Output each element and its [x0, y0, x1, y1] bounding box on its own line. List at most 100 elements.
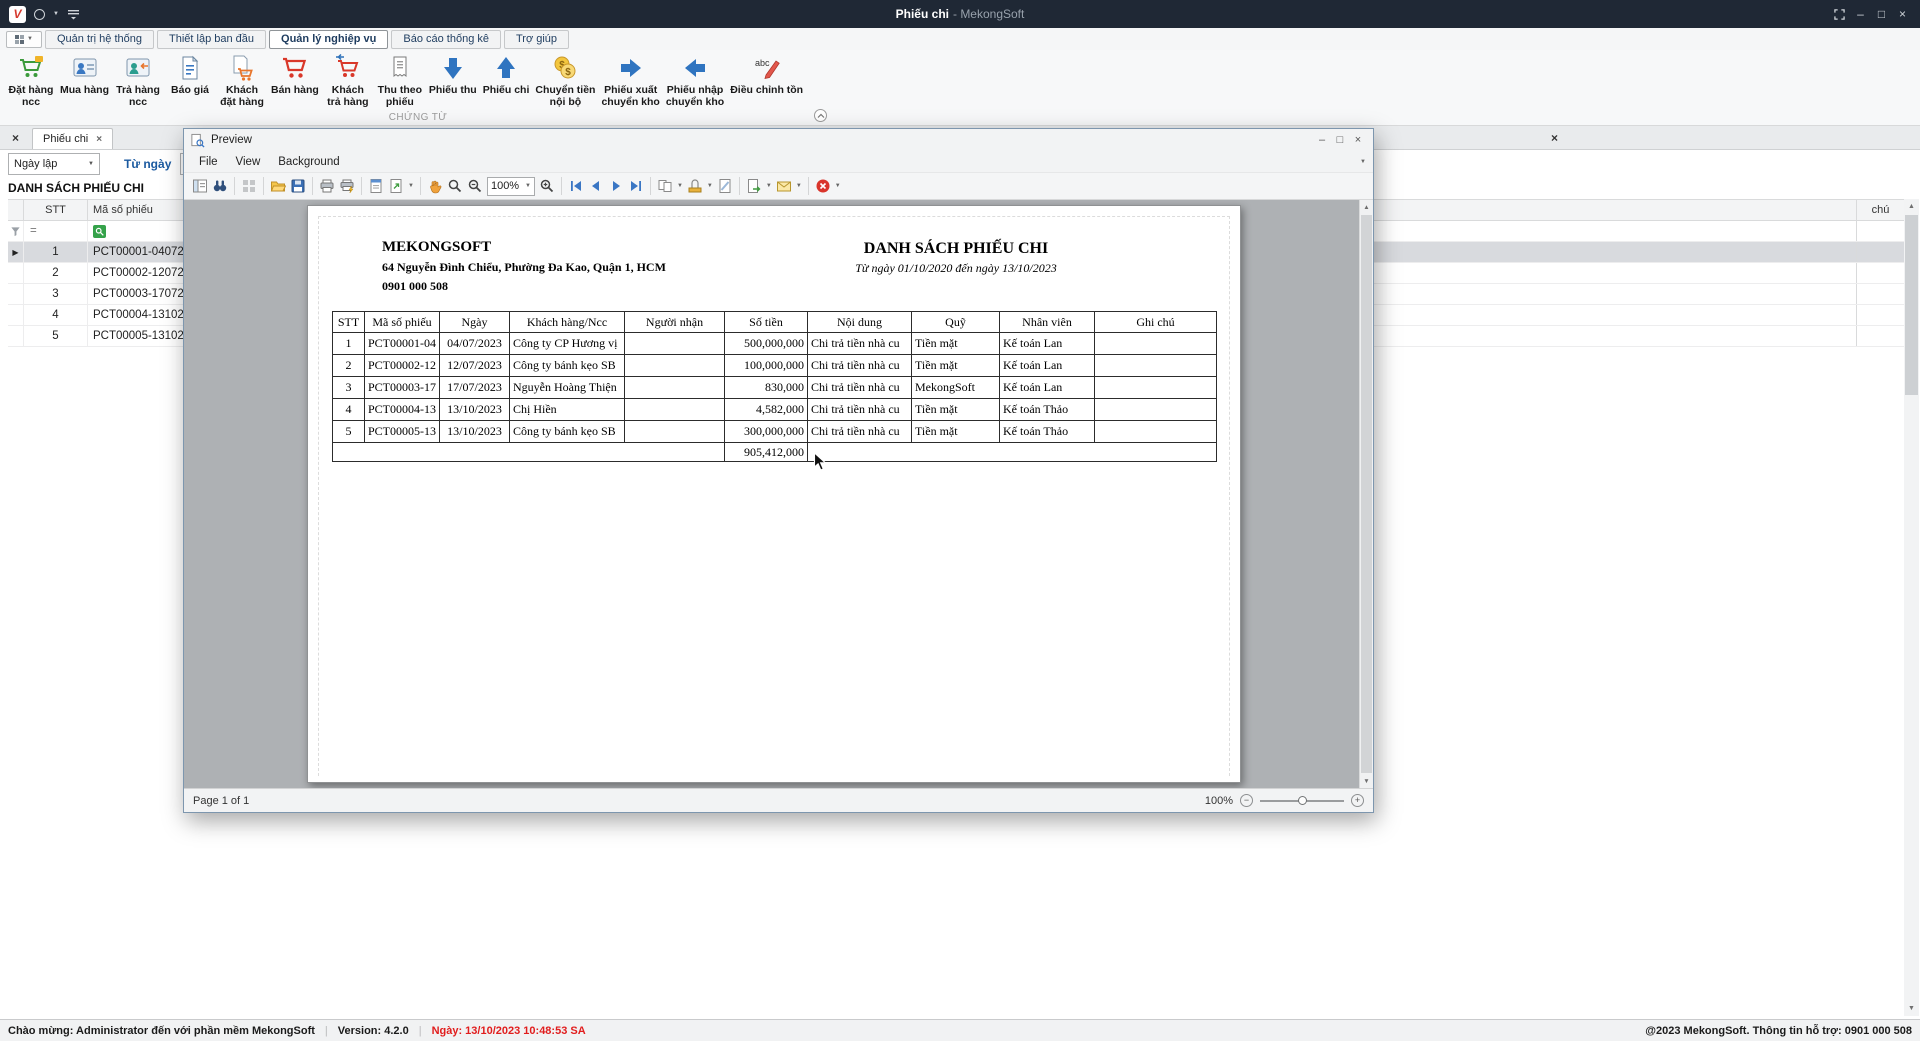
app-logo-icon[interactable]: V — [9, 6, 26, 23]
ribbon-button-phieu-xuat-chuyen-kho[interactable]: Phiếu xuất chuyển kho — [598, 54, 662, 108]
ribbon-button-phieu-nhap-chuyen-kho[interactable]: Phiếu nhập chuyển kho — [663, 54, 727, 108]
hand-tool-icon[interactable] — [425, 175, 445, 197]
export-icon[interactable] — [744, 175, 764, 197]
maximize-button[interactable]: □ — [1872, 7, 1891, 21]
menu-view[interactable]: View — [227, 154, 270, 170]
close-all-tabs-icon[interactable]: × — [12, 131, 19, 145]
scroll-up-icon[interactable]: ▲ — [1904, 199, 1919, 214]
watermark-icon[interactable] — [715, 175, 735, 197]
preview-minimize-button[interactable]: – — [1313, 134, 1331, 146]
document-map-icon[interactable] — [190, 175, 210, 197]
page-color-dropdown-icon[interactable]: ▼ — [705, 183, 715, 189]
document-cart-orange-icon — [228, 54, 256, 82]
preview-titlebar[interactable]: Preview – □ × — [184, 129, 1373, 151]
ribbon-button-bao-gia[interactable]: Báo giá — [164, 54, 216, 96]
ribbon-button-dat-hang-ncc[interactable]: Đặt hàng ncc — [5, 54, 57, 108]
zoom-in-icon[interactable] — [537, 175, 557, 197]
zoom-slider[interactable] — [1260, 800, 1344, 802]
ribbon-button-phieu-thu[interactable]: Phiếu thu — [426, 54, 480, 96]
zoom-out-button[interactable]: − — [1240, 794, 1253, 807]
scroll-up-icon[interactable]: ▲ — [1360, 200, 1373, 214]
main-vertical-scrollbar[interactable]: ▲ ▼ — [1904, 199, 1919, 1016]
email-dropdown-icon[interactable]: ▼ — [794, 183, 804, 189]
scrollbar-thumb[interactable] — [1905, 215, 1918, 395]
tab-bao-cao-thong-ke[interactable]: Báo cáo thống kê — [391, 30, 501, 49]
collapse-ribbon-icon[interactable] — [814, 109, 827, 122]
page-setup-icon[interactable] — [366, 175, 386, 197]
zoom-out-icon[interactable] — [465, 175, 485, 197]
quick-access-dropdown-icon[interactable]: ▼ — [53, 11, 59, 17]
ribbon-button-chuyen-tien-noi-bo[interactable]: $$ Chuyển tiền nội bộ — [532, 54, 598, 108]
main-statusbar: Chào mừng: Administrator đến với phần mề… — [0, 1019, 1920, 1041]
next-page-icon[interactable] — [606, 175, 626, 197]
scroll-down-icon[interactable]: ▼ — [1904, 1001, 1919, 1016]
multiple-pages-dropdown-icon[interactable]: ▼ — [675, 183, 685, 189]
minimize-button[interactable]: – — [1851, 7, 1870, 21]
tab-quan-ly-nghiep-vu[interactable]: Quản lý nghiệp vụ — [269, 30, 388, 49]
preview-close-button[interactable]: × — [1349, 134, 1367, 146]
quick-access-toolbar: V ▼ — [0, 6, 80, 23]
scale-icon[interactable] — [386, 175, 406, 197]
filter-operator[interactable]: = — [24, 221, 88, 241]
fit-window-icon[interactable] — [1830, 9, 1849, 20]
menu-overflow-icon[interactable]: ▼ — [1360, 159, 1373, 165]
close-preview-dropdown-icon[interactable]: ▼ — [833, 183, 843, 189]
previous-page-icon[interactable] — [586, 175, 606, 197]
first-page-icon[interactable] — [566, 175, 586, 197]
doc-tab-phieu-chi[interactable]: Phiếu chi × — [32, 128, 113, 149]
ribbon-button-phieu-chi[interactable]: Phiếu chi — [480, 54, 533, 96]
preview-vertical-scrollbar[interactable]: ▲ ▼ — [1359, 200, 1373, 788]
ribbon-button-thu-theo-phieu[interactable]: Thu theo phiếu — [374, 54, 426, 108]
print-icon[interactable] — [317, 175, 337, 197]
zoom-combo[interactable]: 100%▼ — [487, 177, 535, 196]
column-header-ghichu-partial[interactable]: chú — [1856, 200, 1904, 220]
close-panel-icon[interactable]: × — [1551, 131, 1558, 145]
report-total-amount: 905,412,000 — [725, 443, 808, 462]
quick-access-circle-icon[interactable] — [34, 9, 45, 20]
email-icon[interactable] — [774, 175, 794, 197]
tab-quan-tri-he-thong[interactable]: Quản trị hệ thống — [45, 30, 154, 49]
date-text: Ngày: 13/10/2023 10:48:53 SA — [432, 1025, 586, 1037]
page-color-icon[interactable] — [685, 175, 705, 197]
open-icon[interactable] — [268, 175, 288, 197]
scale-dropdown-icon[interactable]: ▼ — [406, 183, 416, 189]
scrollbar-thumb[interactable] — [1361, 215, 1372, 773]
ribbon-button-mua-hang[interactable]: Mua hàng — [57, 54, 112, 96]
page-margin-guide — [318, 216, 1230, 776]
chevron-down-icon: ▼ — [88, 161, 94, 167]
version-text: Version: 4.2.0 — [338, 1025, 409, 1037]
preview-dialog: Preview – □ × File View Background ▼ ▼ 1… — [183, 128, 1374, 813]
thumbnails-icon[interactable] — [239, 175, 259, 197]
last-page-icon[interactable] — [626, 175, 646, 197]
menu-background[interactable]: Background — [269, 154, 348, 170]
filter-search-icon — [93, 225, 106, 238]
magnifier-icon[interactable] — [445, 175, 465, 197]
tab-tro-giup[interactable]: Trợ giúp — [504, 30, 569, 49]
multiple-pages-icon[interactable] — [655, 175, 675, 197]
ribbon-button-khach-dat-hang[interactable]: Khách đặt hàng — [216, 54, 268, 108]
ribbon-button-dieu-chinh-ton[interactable]: abc Điều chỉnh tồn — [727, 54, 806, 96]
customize-toolbar-icon[interactable] — [67, 8, 80, 20]
tab-thiet-lap-ban-dau[interactable]: Thiết lập ban đầu — [157, 30, 266, 49]
preview-maximize-button[interactable]: □ — [1331, 134, 1349, 146]
arrow-right-blue-icon — [617, 54, 645, 82]
sort-field-combo[interactable]: Ngày lập ▼ — [8, 153, 100, 175]
scroll-down-icon[interactable]: ▼ — [1360, 774, 1373, 788]
export-dropdown-icon[interactable]: ▼ — [764, 183, 774, 189]
close-preview-icon[interactable] — [813, 175, 833, 197]
zoom-in-button[interactable]: + — [1351, 794, 1364, 807]
close-tab-icon[interactable]: × — [96, 134, 102, 145]
zoom-slider-knob[interactable] — [1298, 796, 1307, 805]
ribbon-button-khach-tra-hang[interactable]: Khách trả hàng — [322, 54, 374, 108]
column-header-stt[interactable]: STT — [24, 200, 88, 220]
quick-print-icon[interactable] — [337, 175, 357, 197]
close-button[interactable]: × — [1893, 7, 1912, 21]
list-section-title: DANH SÁCH PHIẾU CHI — [8, 181, 144, 195]
report-row: 4 PCT00004-13 13/10/2023 Chị Hiền 4,582,… — [333, 399, 1217, 421]
ribbon-button-tra-hang-ncc[interactable]: Trả hàng ncc — [112, 54, 164, 108]
menu-file[interactable]: File — [190, 154, 227, 170]
ribbon-button-ban-hang[interactable]: Bán hàng — [268, 54, 322, 96]
ribbon-menu-button[interactable]: ▼ — [6, 31, 42, 48]
find-icon[interactable] — [210, 175, 230, 197]
save-icon[interactable] — [288, 175, 308, 197]
